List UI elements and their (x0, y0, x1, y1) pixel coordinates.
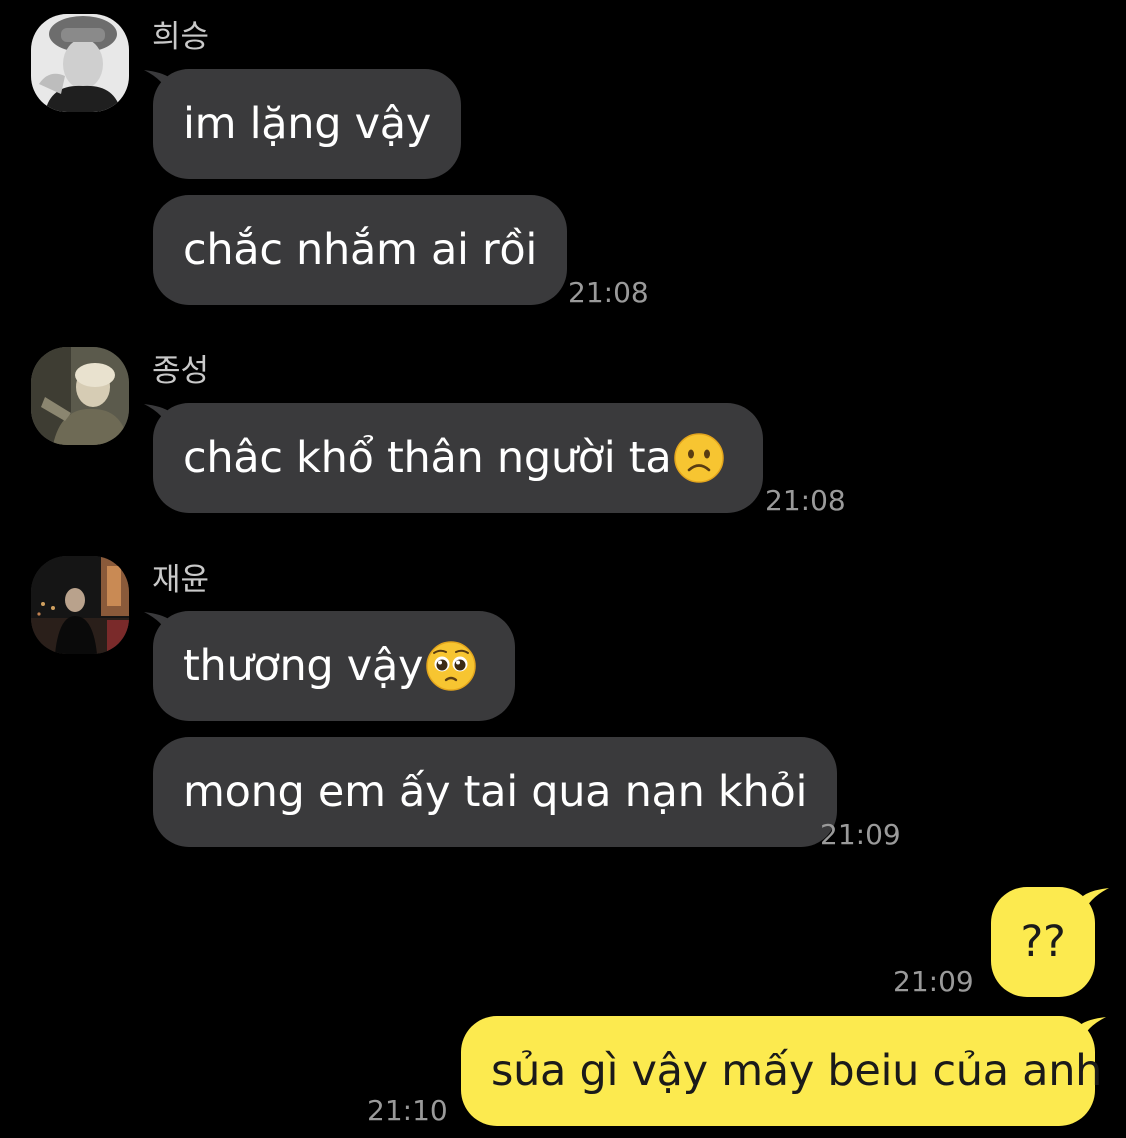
message-timestamp: 21:10 (367, 1094, 448, 1127)
bubble-tail-outgoing (1083, 888, 1109, 914)
message-timestamp: 21:08 (765, 484, 846, 517)
message-timestamp: 21:09 (820, 818, 901, 851)
message-bubble[interactable]: mong em ấy tai qua nạn khỏi (153, 737, 838, 847)
sender-name-jongseong: 종성 (152, 353, 210, 389)
message-bubble[interactable]: chắc nhắm ai rồi (153, 195, 568, 305)
message-text: sủa gì vậy mấy beiu của anh (491, 1046, 1103, 1096)
message-timestamp: 21:08 (568, 276, 649, 309)
message-bubble[interactable]: châc khổ thân người ta (153, 403, 764, 513)
message-text: châc khổ thân người ta (183, 433, 672, 483)
message-text: thương vậy (183, 641, 424, 691)
avatar-jongseong[interactable] (31, 347, 129, 445)
sender-name-jaeyun: 재윤 (152, 562, 210, 598)
message-bubble[interactable]: im lặng vậy (153, 69, 461, 179)
message-timestamp: 21:09 (893, 965, 974, 998)
pleading-face-icon (425, 640, 477, 692)
avatar-heeseung[interactable] (31, 14, 129, 112)
message-bubble[interactable]: thương vậy (153, 611, 516, 721)
message-text: mong em ấy tai qua nạn khỏi (183, 767, 808, 817)
frowning-face-icon (673, 432, 725, 484)
avatar-jaeyun[interactable] (31, 556, 129, 654)
sender-name-heeseung: 희승 (152, 19, 210, 55)
message-text: ?? (1020, 917, 1066, 967)
bubble-tail-outgoing (1080, 1017, 1106, 1043)
message-bubble-outgoing[interactable]: ?? (991, 887, 1095, 997)
message-text: im lặng vậy (183, 99, 431, 149)
message-text: chắc nhắm ai rồi (183, 225, 538, 275)
message-bubble-outgoing[interactable]: sủa gì vậy mấy beiu của anh (461, 1016, 1102, 1126)
